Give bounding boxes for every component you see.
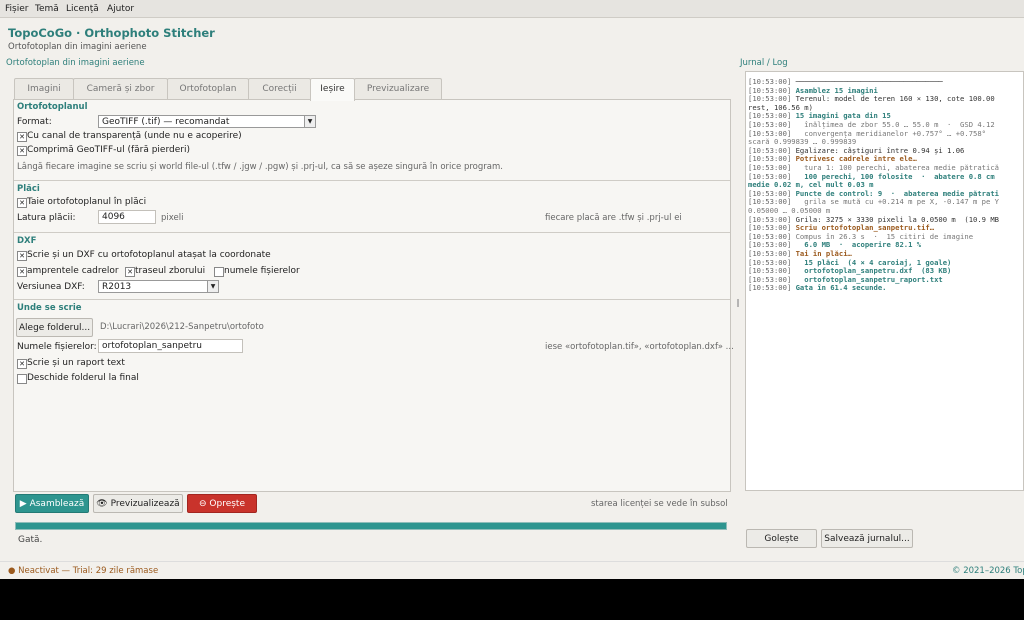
log-view[interactable]: [10:53:00] ─────────────────────────────…	[745, 71, 1024, 491]
chevron-down-icon: ▼	[207, 281, 218, 292]
format-value: GeoTIFF (.tif) — recomandat	[102, 117, 230, 127]
output-panel: Ortofotoplanul Format: GeoTIFF (.tif) — …	[13, 99, 734, 492]
tab-camera-flight[interactable]: Cameră și zbor	[73, 78, 168, 100]
menu-license[interactable]: Licență	[66, 4, 99, 14]
assemble-button[interactable]: ▶ Asamblează	[15, 494, 89, 513]
group-tiles-title: Plăci	[17, 184, 40, 194]
compress-checkbox[interactable]: ✕	[17, 146, 27, 156]
left-section-title: Ortofotoplan din imagini aeriene	[6, 58, 145, 68]
dxf-version-label: Versiunea DXF:	[17, 282, 85, 292]
divider	[14, 232, 730, 233]
license-status: ● Neactivat — Trial: 29 zile rămase	[8, 566, 159, 576]
write-dxf-checkbox[interactable]: ✕	[17, 251, 27, 261]
filenames-label: numele fișierelor	[224, 266, 300, 276]
cut-tiles-checkbox[interactable]: ✕	[17, 198, 27, 208]
tab-corrections[interactable]: Corecții	[248, 78, 311, 100]
stop-button[interactable]: ⊖ Oprește	[187, 494, 257, 513]
log-line: [10:53:00] Gata în 61.4 secunde.	[748, 283, 886, 292]
tab-preview[interactable]: Previzualizare	[354, 78, 442, 100]
tile-size-label: Latura plăcii:	[17, 213, 76, 223]
eye-icon: 👁	[96, 499, 108, 509]
clear-log-button[interactable]: Golește	[746, 529, 817, 548]
progress-fill	[16, 523, 726, 529]
tile-hint: fiecare placă are .tfw și .prj-ul ei	[545, 213, 682, 223]
format-label: Format:	[17, 117, 52, 127]
write-report-label: Scrie și un raport text	[27, 358, 125, 368]
play-icon: ▶	[19, 499, 27, 509]
log-message: Gata în 61.4 secunde.	[791, 283, 887, 293]
write-report-checkbox[interactable]: ✕	[17, 359, 27, 369]
tile-size-input[interactable]: 4096	[98, 210, 156, 224]
stop-icon: ⊖	[198, 499, 207, 509]
open-folder-checkbox[interactable]	[17, 374, 27, 384]
save-log-button[interactable]: Salvează jurnalul...	[821, 529, 913, 548]
transparency-label: Cu canal de transparență (unde nu e acop…	[27, 131, 242, 141]
chevron-down-icon: ▼	[304, 116, 315, 127]
menu-bar: Fișier Temă Licență Ajutor	[0, 0, 1024, 18]
tile-size-unit: pixeli	[161, 213, 184, 223]
file-name-hint: iese «ortofotoplan.tif», «ortofotoplan.d…	[545, 342, 734, 352]
group-orthophoto-title: Ortofotoplanul	[17, 102, 88, 112]
cut-tiles-label: Taie ortofotoplanul în plăci	[27, 197, 147, 207]
file-name-input[interactable]: ortofotoplan_sanpetru	[98, 339, 243, 353]
flight-track-label: traseul zborului	[135, 266, 206, 276]
license-hint: starea licenței se vede în subsol	[591, 499, 728, 509]
open-folder-label: Deschide folderul la final	[27, 373, 139, 383]
write-dxf-label: Scrie și un DXF cu ortofotoplanul atașat…	[27, 250, 271, 260]
output-folder-path: D:\Lucrari\2026\212-Sanpetru\ortofoto	[100, 322, 264, 332]
preview-label: Previzualizează	[110, 499, 180, 509]
menu-help[interactable]: Ajutor	[107, 4, 134, 14]
log-section-title: Jurnal / Log	[740, 58, 788, 68]
stop-label: Oprește	[209, 499, 245, 509]
format-select[interactable]: GeoTIFF (.tif) — recomandat ▼	[98, 115, 316, 128]
transparency-checkbox[interactable]: ✕	[17, 132, 27, 142]
menu-file[interactable]: Fișier	[5, 4, 28, 14]
flight-track-checkbox[interactable]: ✕	[125, 267, 135, 277]
footprints-checkbox[interactable]: ✕	[17, 267, 27, 277]
menu-theme[interactable]: Temă	[35, 4, 59, 14]
dxf-version-select[interactable]: R2013 ▼	[98, 280, 219, 293]
divider	[14, 299, 730, 300]
compress-label: Comprimă GeoTIFF-ul (fără pierderi)	[27, 145, 190, 155]
world-file-note: Lângă fiecare imagine se scriu și world …	[17, 162, 503, 172]
footprints-label: amprentele cadrelor	[27, 266, 119, 276]
group-output-title: Unde se scrie	[17, 303, 82, 313]
status-text: Gată.	[18, 535, 43, 545]
tab-images[interactable]: Imagini	[14, 78, 74, 100]
log-message: Terenul: model de teren 160 × 130, cote …	[791, 94, 995, 104]
tab-orthophoto[interactable]: Ortofotoplan	[167, 78, 249, 100]
app-title: TopoCoGo · Orthophoto Stitcher	[8, 26, 215, 40]
file-name-label: Numele fișierelor:	[17, 342, 97, 352]
assemble-label: Asamblează	[29, 499, 85, 509]
app-subtitle: Ortofotoplan din imagini aeriene	[8, 42, 147, 52]
filenames-checkbox[interactable]	[214, 267, 224, 277]
status-footer: ● Neactivat — Trial: 29 zile rămase © 20…	[0, 561, 1024, 579]
divider	[14, 180, 730, 181]
app-window: Fișier Temă Licență Ajutor TopoCoGo · Or…	[0, 0, 1024, 579]
splitter-handle[interactable]: ‖	[736, 298, 740, 312]
copyright: © 2021–2026 Top	[952, 566, 1024, 576]
dxf-version-value: R2013	[102, 282, 132, 292]
preview-button[interactable]: 👁 Previzualizează	[93, 494, 183, 513]
group-dxf-title: DXF	[17, 236, 37, 246]
choose-folder-button[interactable]: Alege folderul...	[16, 318, 93, 337]
tab-output[interactable]: Ieșire	[310, 78, 355, 101]
log-timestamp: [10:53:00]	[748, 283, 792, 293]
progress-bar	[15, 522, 727, 530]
